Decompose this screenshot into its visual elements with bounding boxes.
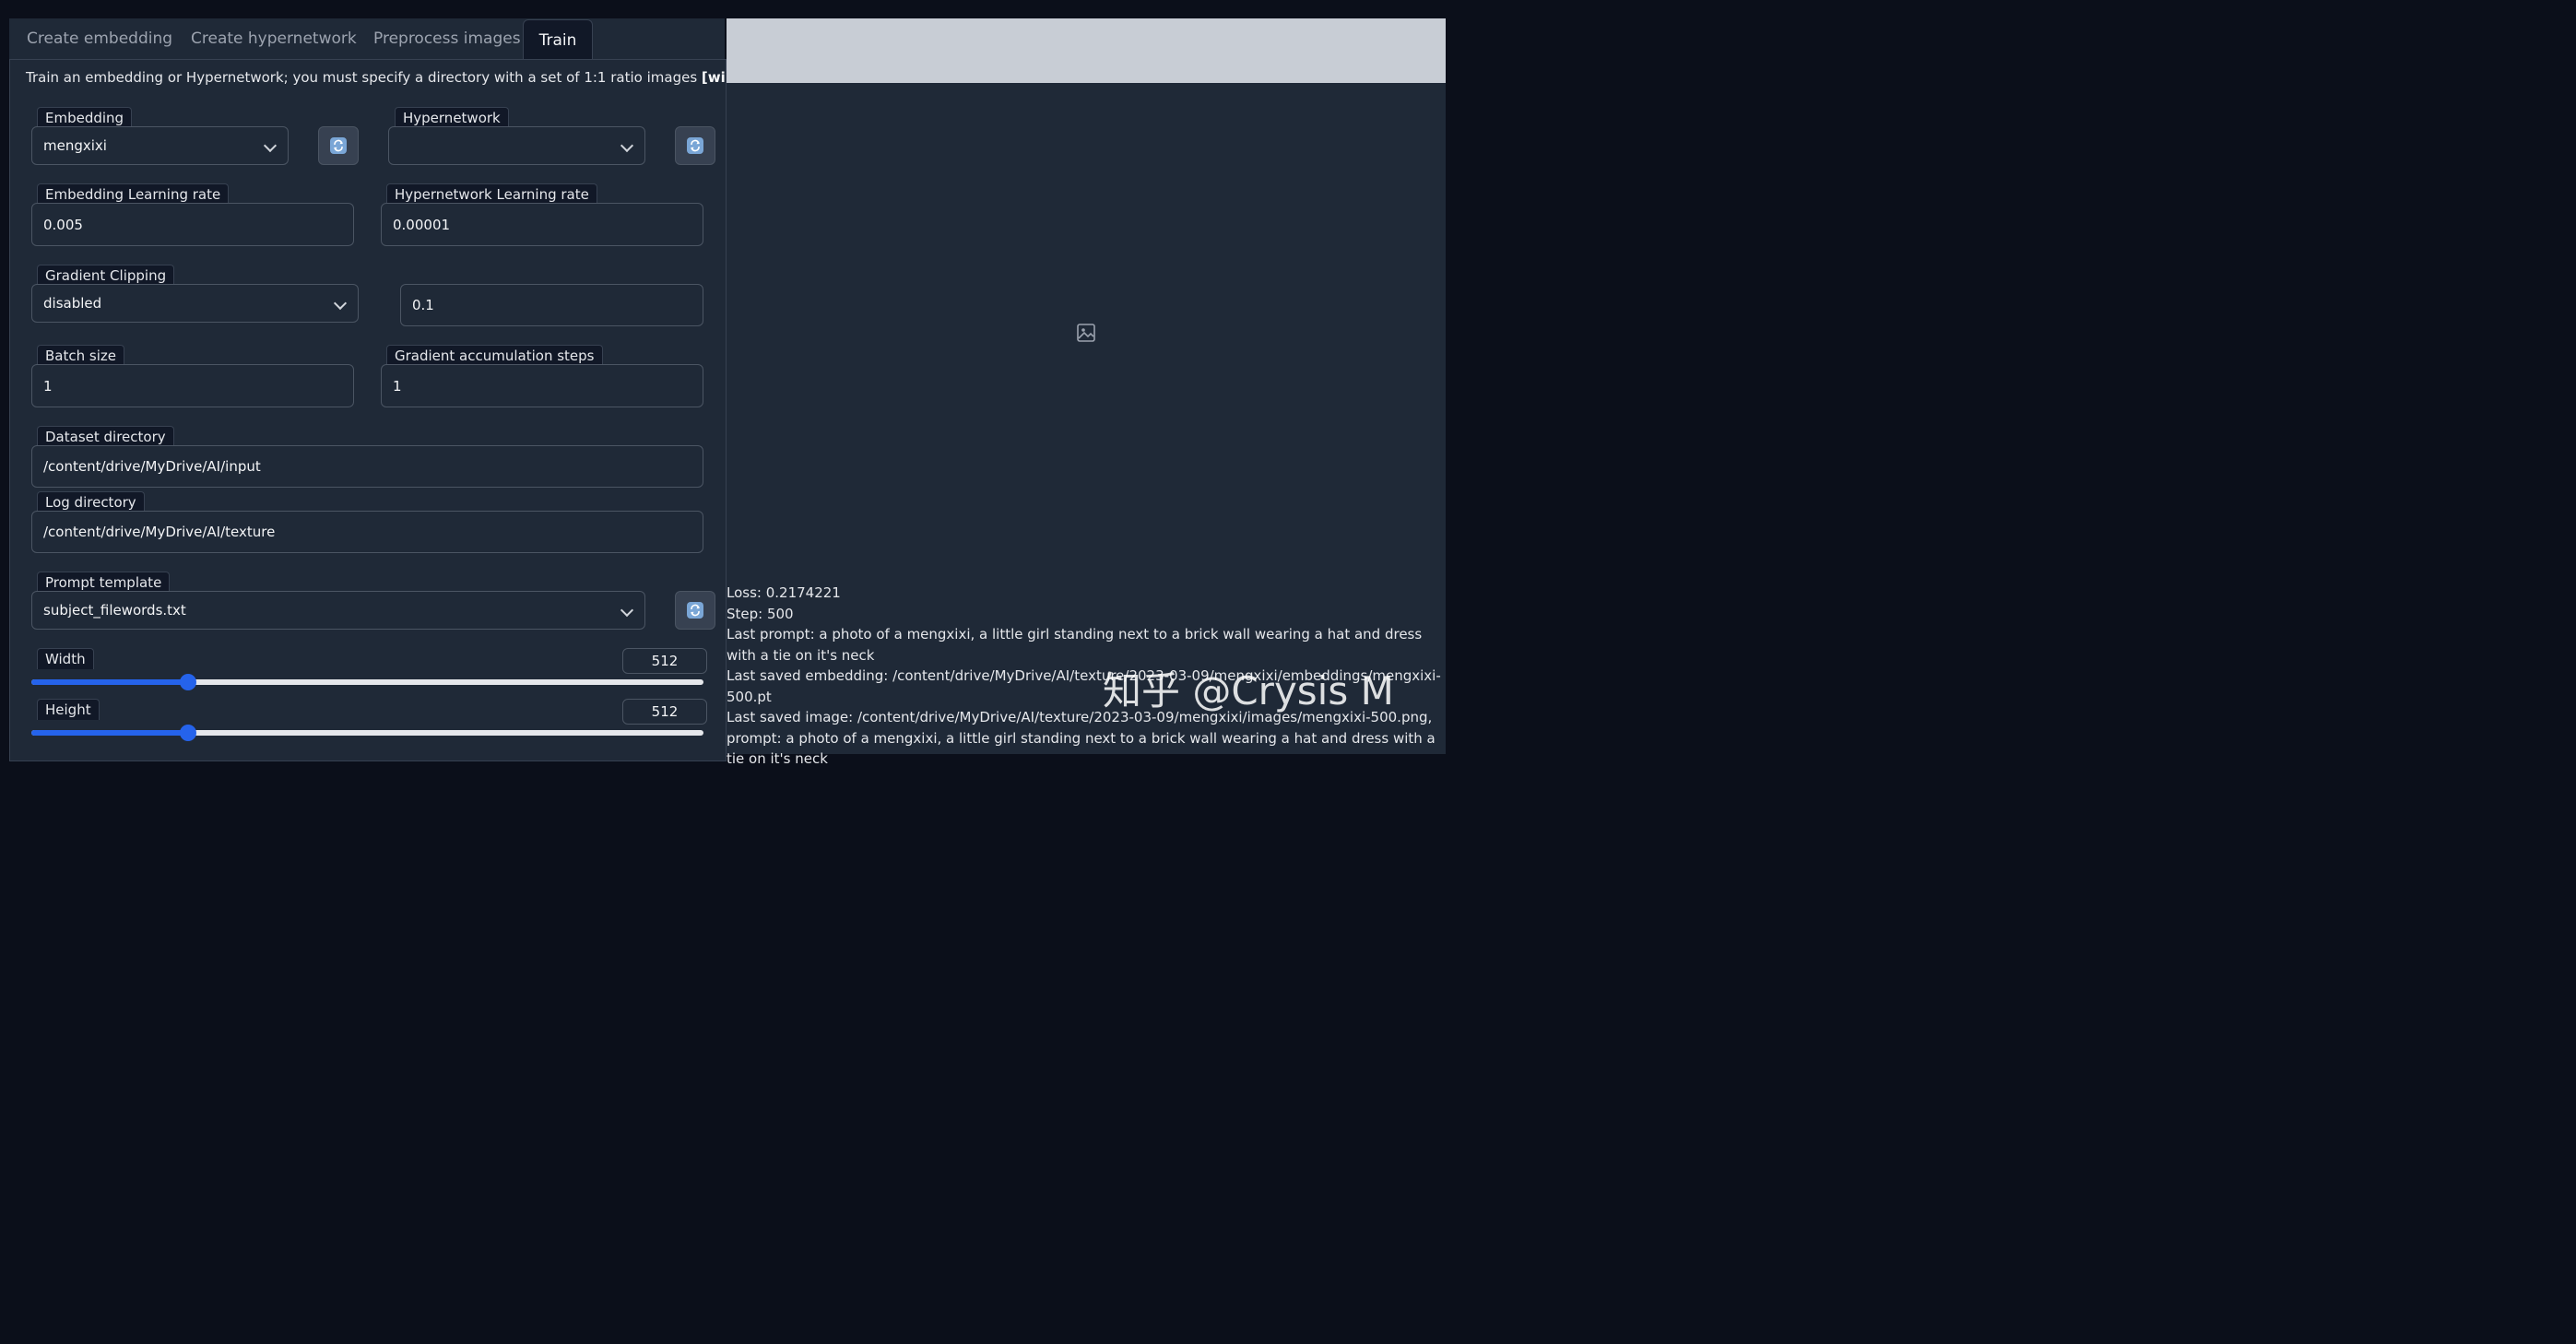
height-number-input[interactable]: 512 (622, 699, 707, 725)
embedding-lr-label: Embedding Learning rate (37, 183, 230, 205)
tab-bar: Create embedding Create hypernetwork Pre… (9, 18, 725, 61)
refresh-prompt-template-button[interactable] (675, 591, 715, 630)
chevron-down-icon (620, 138, 634, 153)
chevron-down-icon (620, 603, 634, 618)
height-label: Height (37, 699, 100, 720)
gradient-clipping-dropdown[interactable]: disabled (31, 284, 359, 323)
prompt-template-label: Prompt template (37, 572, 171, 593)
width-slider-fill (31, 679, 188, 685)
step-text: Step: 500 (727, 605, 794, 622)
width-number-input[interactable]: 512 (622, 648, 707, 674)
dataset-dir-input[interactable]: /content/drive/MyDrive/AI/input (31, 445, 703, 488)
refresh-icon (330, 137, 347, 154)
gradient-clipping-value: disabled (43, 295, 102, 312)
dataset-dir-label: Dataset directory (37, 426, 174, 447)
height-slider[interactable] (31, 725, 703, 741)
prompt-template-value: subject_filewords.txt (43, 602, 186, 619)
tab-create-hypernetwork[interactable]: Create hypernetwork (191, 18, 357, 59)
description-text: Train an embedding or Hypernetwork; you … (26, 69, 698, 86)
batch-size-value: 1 (43, 377, 53, 395)
chevron-down-icon (333, 296, 348, 311)
train-description: Train an embedding or Hypernetwork; you … (26, 69, 746, 86)
tab-preprocess-images[interactable]: Preprocess images (373, 18, 521, 59)
width-slider-thumb[interactable] (179, 674, 196, 690)
height-slider-thumb[interactable] (179, 725, 196, 741)
gradient-clipping-label: Gradient Clipping (37, 265, 175, 286)
batch-size-input[interactable]: 1 (31, 364, 354, 407)
hypernetwork-lr-label: Hypernetwork Learning rate (386, 183, 597, 205)
refresh-icon (687, 602, 703, 619)
height-slider-fill (31, 730, 188, 736)
grad-accum-value: 1 (393, 377, 402, 395)
embedding-label: Embedding (37, 107, 133, 128)
output-header-bar (727, 18, 1446, 83)
loss-text: Loss: 0.2174221 (727, 584, 841, 601)
grad-accum-label: Gradient accumulation steps (386, 345, 603, 366)
log-dir-input[interactable]: /content/drive/MyDrive/AI/texture (31, 511, 703, 553)
hypernetwork-label: Hypernetwork (395, 107, 509, 128)
prompt-template-dropdown[interactable]: subject_filewords.txt (31, 591, 645, 630)
gradient-clip-threshold-value: 0.1 (412, 297, 434, 313)
tab-train[interactable]: Train (523, 19, 593, 61)
embedding-dropdown[interactable]: mengxixi (31, 126, 289, 165)
last-image-text: Last saved image: /content/drive/MyDrive… (727, 709, 1436, 767)
tab-create-embedding[interactable]: Create embedding (27, 18, 172, 59)
grad-accum-input[interactable]: 1 (381, 364, 703, 407)
dataset-dir-value: /content/drive/MyDrive/AI/input (43, 458, 261, 475)
hypernetwork-dropdown[interactable] (388, 126, 645, 165)
refresh-icon (687, 137, 703, 154)
batch-size-label: Batch size (37, 345, 124, 366)
log-dir-label: Log directory (37, 491, 145, 513)
image-placeholder-icon (1076, 323, 1096, 347)
refresh-embedding-button[interactable] (318, 126, 359, 165)
refresh-hypernetwork-button[interactable] (675, 126, 715, 165)
hypernetwork-lr-value: 0.00001 (393, 216, 451, 233)
hypernetwork-lr-input[interactable]: 0.00001 (381, 203, 703, 246)
embedding-lr-value: 0.005 (43, 216, 83, 233)
gradient-clip-threshold-input[interactable]: 0.1 (400, 284, 703, 326)
width-label: Width (37, 648, 94, 669)
watermark: 知乎 @Crysis M (1103, 668, 1394, 713)
embedding-value: mengxixi (43, 137, 107, 154)
log-dir-value: /content/drive/MyDrive/AI/texture (43, 524, 276, 540)
chevron-down-icon (263, 138, 278, 153)
width-slider[interactable] (31, 674, 703, 690)
embedding-lr-input[interactable]: 0.005 (31, 203, 354, 246)
